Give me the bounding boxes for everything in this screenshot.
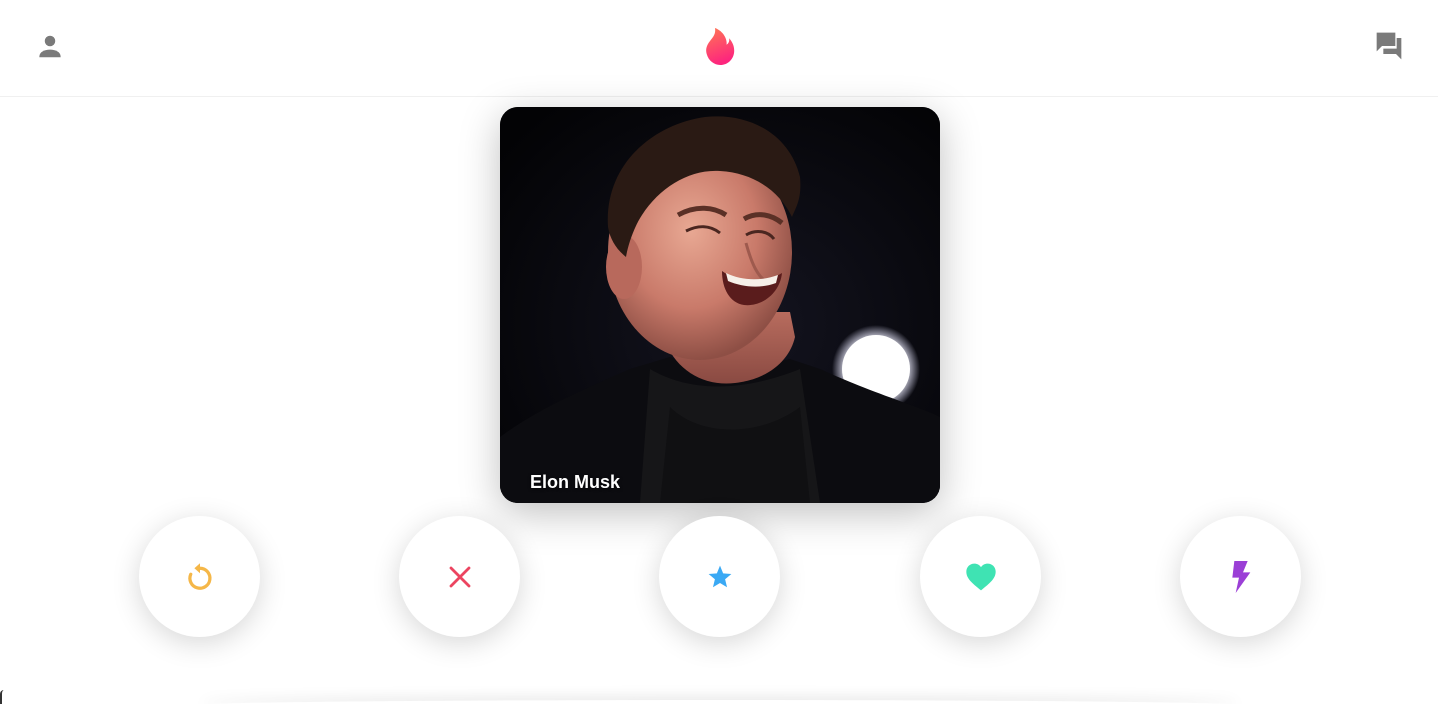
rewind-button[interactable] [139, 516, 260, 637]
star-icon [708, 565, 731, 587]
rewind-icon [187, 562, 212, 590]
app-logo[interactable] [698, 24, 742, 70]
profile-photo [500, 107, 940, 503]
flame-logo-icon [706, 28, 735, 65]
next-card-edge [200, 700, 1240, 704]
window-corner [0, 690, 4, 704]
boost-button[interactable] [1180, 516, 1301, 637]
lightning-icon [1231, 560, 1250, 593]
nope-button[interactable] [399, 516, 520, 637]
like-button[interactable] [920, 516, 1041, 637]
app-page: Elon Musk [0, 0, 1438, 704]
messages-button[interactable] [1370, 26, 1410, 66]
top-header [0, 0, 1438, 97]
profile-name: Elon Musk [530, 472, 621, 492]
person-icon [39, 35, 61, 58]
super-like-button[interactable] [659, 516, 780, 637]
profile-button[interactable] [30, 26, 70, 66]
chat-bubbles-icon [1376, 32, 1402, 60]
heart-icon [965, 563, 996, 590]
close-icon [449, 566, 470, 587]
profile-card[interactable]: Elon Musk [500, 107, 940, 503]
